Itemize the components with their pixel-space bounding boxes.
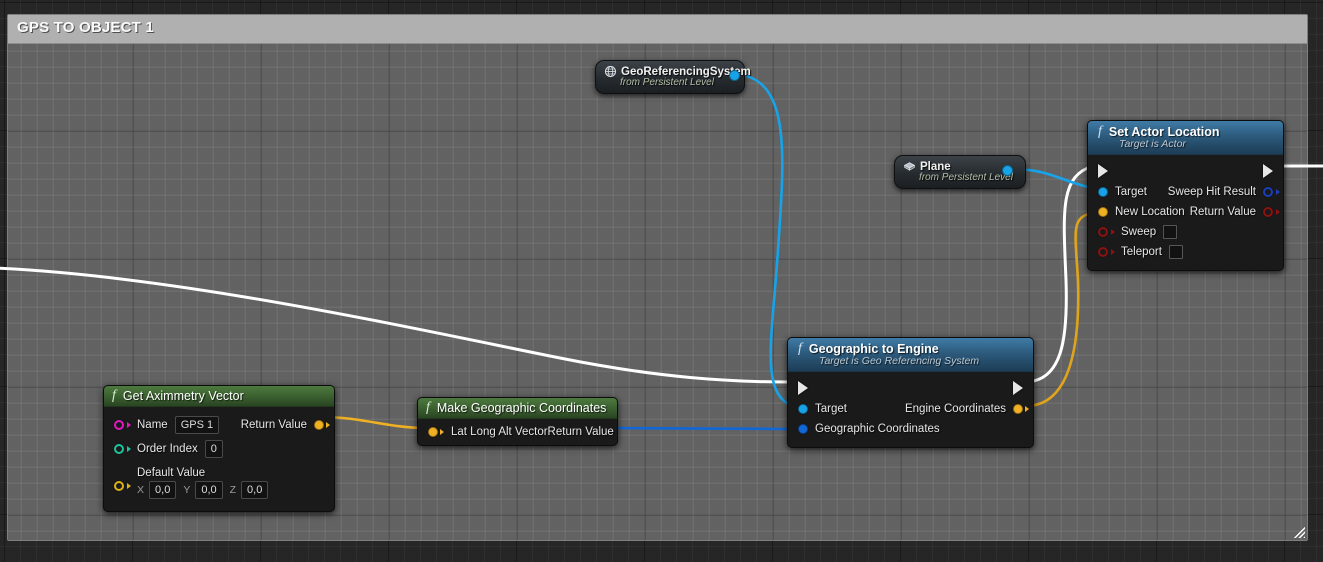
pin-label: Return Value [1189, 206, 1256, 218]
pin-return-value-out[interactable] [1263, 207, 1273, 217]
teleport-checkbox[interactable] [1168, 245, 1183, 259]
node-get-aximmetry-vector[interactable]: f Get Aximmetry Vector Name GPS 1 Return… [103, 385, 335, 512]
pin-label: Engine Coordinates [904, 403, 1006, 415]
node-title: Make Geographic Coordinates [436, 401, 607, 415]
pin-row-order-index: Order Index 0 [104, 437, 334, 461]
function-icon: f [798, 341, 802, 356]
pin-new-location-in[interactable] [1098, 207, 1108, 217]
node-header: f Get Aximmetry Vector [104, 386, 334, 407]
pin-teleport-in[interactable] [1098, 247, 1108, 257]
function-icon: f [426, 400, 430, 415]
node-body: Lat Long Alt Vector Return Value [418, 419, 617, 445]
resize-grip-icon[interactable] [1292, 525, 1305, 538]
pin-geographic-coordinates-in[interactable] [798, 424, 808, 434]
pin-label: Target [1115, 186, 1147, 198]
pin-exec-out[interactable] [1013, 381, 1023, 395]
function-icon: f [1098, 124, 1102, 139]
pin-sweep-hit-result-out[interactable] [1263, 187, 1273, 197]
pin-label: Return Value [240, 419, 307, 431]
pin-plane-out[interactable] [1002, 165, 1013, 176]
pin-label: Order Index [137, 443, 198, 455]
pin-row-exec [788, 377, 1033, 399]
pin-label: Sweep Hit Result [1167, 186, 1256, 198]
pin-exec-out[interactable] [1263, 164, 1273, 178]
pin-row-default-value: Default Value X 0,0 Y 0,0 Z 0,0 [104, 461, 334, 501]
pin-row-new-location: New Location Return Value [1088, 202, 1283, 222]
sweep-checkbox[interactable] [1163, 225, 1178, 239]
pin-exec-in[interactable] [1098, 164, 1108, 178]
pin-label: Teleport [1121, 246, 1162, 258]
pin-row-geographic-coordinates: Geographic Coordinates [788, 419, 1033, 439]
node-header: f Make Geographic Coordinates [418, 398, 617, 419]
name-input[interactable]: GPS 1 [174, 416, 220, 434]
pin-target-in[interactable] [1098, 187, 1108, 197]
pin-row-target: Target Sweep Hit Result [1088, 182, 1283, 202]
node-make-geographic-coordinates[interactable]: f Make Geographic Coordinates Lat Long A… [417, 397, 618, 446]
pin-row-sweep: Sweep [1088, 222, 1283, 242]
pin-sweep-in[interactable] [1098, 227, 1108, 237]
pin-georeferencingsystem-out[interactable] [729, 70, 740, 81]
pin-label: Return Value [547, 426, 614, 438]
pin-row-teleport: Teleport [1088, 242, 1283, 262]
node-subtitle: from Persistent Level [919, 172, 1013, 183]
globe-icon [604, 65, 617, 78]
pin-target-in[interactable] [798, 404, 808, 414]
pin-engine-coordinates-out[interactable] [1013, 404, 1023, 414]
node-body: Target Sweep Hit Result New Location Ret… [1088, 155, 1283, 270]
default-value-x-input[interactable]: 0,0 [149, 481, 177, 499]
default-value-y-input[interactable]: 0,0 [195, 481, 223, 499]
pin-label: Target [815, 403, 847, 415]
pin-row-lat-long-alt: Lat Long Alt Vector Return Value [418, 422, 617, 442]
node-subtitle: Target is Geo Referencing System [819, 355, 980, 367]
pin-row-name: Name GPS 1 Return Value [104, 413, 334, 437]
pin-lat-long-alt-vector-in[interactable] [428, 427, 438, 437]
node-set-actor-location[interactable]: f Set Actor Location Target is Actor Tar… [1087, 120, 1284, 271]
pin-label: Geographic Coordinates [815, 423, 940, 435]
node-title: Plane [920, 160, 951, 173]
axis-label-z: Z [229, 484, 237, 496]
comment-titlebar[interactable] [8, 15, 1307, 44]
mesh-icon [903, 162, 916, 171]
node-header: f Geographic to Engine Target is Geo Ref… [788, 338, 1033, 372]
node-subtitle: Target is Actor [1119, 138, 1186, 150]
node-georeferencingsystem[interactable]: GeoReferencingSystem from Persistent Lev… [595, 60, 751, 94]
default-value-z-input[interactable]: 0,0 [241, 481, 269, 499]
pin-label: Default Value [137, 467, 206, 479]
node-geographic-to-engine[interactable]: f Geographic to Engine Target is Geo Ref… [787, 337, 1034, 448]
node-body: Target Engine Coordinates Geographic Coo… [788, 372, 1033, 447]
pin-name-in[interactable] [114, 420, 124, 430]
pin-label: New Location [1115, 206, 1185, 218]
node-body: Name GPS 1 Return Value Order Index 0 De… [104, 407, 334, 511]
pin-row-target: Target Engine Coordinates [788, 399, 1033, 419]
pin-label: Lat Long Alt Vector [451, 426, 548, 438]
axis-label-y: Y [183, 484, 191, 496]
node-header: f Set Actor Location Target is Actor [1088, 121, 1283, 155]
axis-label-x: X [137, 484, 145, 496]
node-title: Get Aximmetry Vector [122, 389, 244, 403]
order-index-input[interactable]: 0 [204, 440, 223, 458]
function-icon: f [112, 388, 116, 403]
pin-return-value-out[interactable] [314, 420, 324, 430]
pin-order-index-in[interactable] [114, 444, 124, 454]
node-title: Geographic to Engine [808, 342, 939, 356]
comment-title: GPS TO OBJECT 1 [17, 19, 154, 36]
node-plane[interactable]: Plane from Persistent Level [894, 155, 1026, 189]
pin-row-exec [1088, 160, 1283, 182]
pin-exec-in[interactable] [798, 381, 808, 395]
pin-label: Name [137, 419, 168, 431]
node-title: Set Actor Location [1108, 125, 1220, 139]
pin-default-value-in[interactable] [114, 481, 124, 491]
node-subtitle: from Persistent Level [620, 77, 714, 88]
pin-label: Sweep [1121, 226, 1157, 238]
blueprint-graph-canvas[interactable]: GPS TO OBJECT 1 GeoReferencingSystem fro… [0, 0, 1323, 562]
